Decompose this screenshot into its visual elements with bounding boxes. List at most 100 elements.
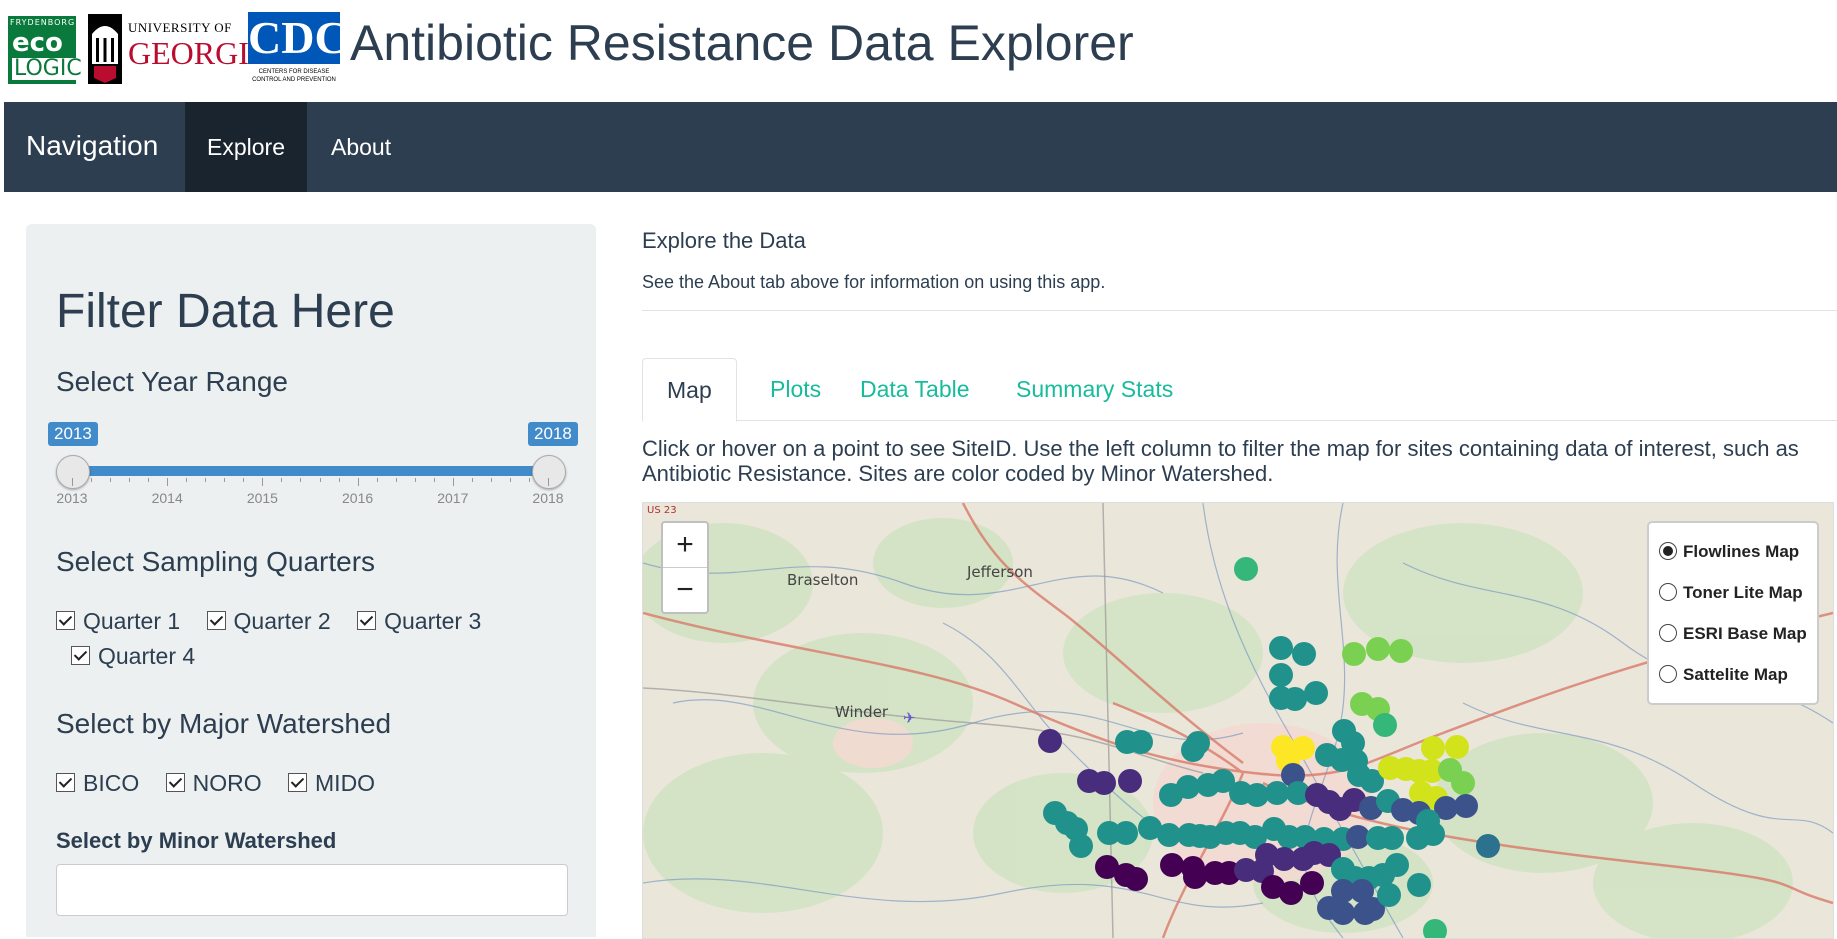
explore-subtext: See the About tab above for information … (642, 272, 1106, 292)
checkbox-icon[interactable] (56, 773, 75, 793)
zoom-in-button[interactable]: + (663, 523, 707, 568)
site-marker[interactable] (1454, 794, 1478, 818)
site-marker[interactable] (1366, 637, 1390, 661)
quarters-heading: Select Sampling Quarters (56, 546, 376, 577)
slider-tick-label: 2016 (342, 490, 374, 506)
slider-minor-tick (91, 478, 93, 482)
quarter-4-checkbox[interactable]: Quarter 4 (71, 643, 195, 669)
quarters-row-2: Quarter 4 (71, 643, 215, 670)
slider-minor-tick (395, 478, 397, 482)
layer-satellite[interactable]: Sattelite Map (1659, 654, 1807, 695)
cdc-logo-box: CDC (248, 12, 348, 64)
noro-checkbox[interactable]: NORO (165, 770, 262, 796)
checkbox-icon[interactable] (357, 611, 377, 631)
navbar: Navigation Explore About (4, 102, 1837, 192)
site-marker[interactable] (1183, 865, 1207, 889)
tab-data-table[interactable]: Data Table (836, 358, 994, 420)
tab-summary-stats[interactable]: Summary Stats (992, 358, 1197, 420)
site-marker[interactable] (1342, 642, 1366, 666)
site-marker[interactable] (1129, 730, 1153, 754)
site-map[interactable]: Braselton Jefferson Winder ✈ US 23 + − F… (642, 502, 1834, 939)
site-marker[interactable] (1445, 735, 1469, 759)
noro-label: NORO (192, 770, 262, 796)
quarter-1-label: Quarter 1 (83, 608, 181, 634)
site-marker[interactable] (1124, 867, 1148, 891)
site-marker[interactable] (1353, 901, 1377, 925)
year-range-slider[interactable] (72, 466, 552, 476)
slider-handle-from[interactable] (56, 455, 90, 489)
site-marker[interactable] (1385, 853, 1409, 877)
site-marker[interactable] (1377, 883, 1401, 907)
app-title: Antibiotic Resistance Data Explorer (350, 15, 1134, 71)
content-tabs: Map Plots Data Table Summary Stats (642, 358, 1837, 422)
slider-tick (452, 478, 454, 486)
slider-minor-tick (490, 478, 492, 482)
site-marker[interactable] (1265, 781, 1289, 805)
radio-icon[interactable] (1659, 541, 1677, 560)
layer-flowlines[interactable]: Flowlines Map (1659, 531, 1807, 572)
radio-icon[interactable] (1659, 664, 1677, 683)
tab-explore[interactable]: Explore (185, 102, 307, 192)
minor-watershed-select[interactable] (56, 864, 568, 916)
site-marker[interactable] (1160, 853, 1184, 877)
checkbox-icon[interactable] (165, 773, 185, 793)
quarter-1-checkbox[interactable]: Quarter 1 (56, 608, 180, 634)
navbar-brand[interactable]: Navigation (26, 130, 158, 162)
layer-toner-lite[interactable]: Toner Lite Map (1659, 572, 1807, 613)
site-marker[interactable] (1269, 663, 1293, 687)
radio-icon[interactable] (1659, 623, 1677, 642)
site-marker[interactable] (1269, 636, 1293, 660)
quarter-2-checkbox[interactable]: Quarter 2 (206, 608, 331, 634)
checkbox-icon[interactable] (288, 773, 308, 793)
slider-tick-label: 2018 (532, 490, 564, 506)
site-marker[interactable] (1407, 873, 1431, 897)
site-marker[interactable] (1186, 731, 1210, 755)
slider-tick (167, 478, 169, 486)
site-marker[interactable] (1304, 681, 1328, 705)
site-marker[interactable] (1292, 642, 1316, 666)
checkbox-icon[interactable] (71, 646, 90, 666)
minor-watershed-heading: Select by Minor Watershed (56, 828, 337, 853)
site-marker[interactable] (1114, 821, 1138, 845)
slider-minor-tick (243, 478, 245, 482)
tab-about[interactable]: About (309, 102, 413, 192)
slider-minor-tick (471, 478, 473, 482)
site-marker[interactable] (1038, 729, 1062, 753)
tab-map[interactable]: Map (642, 358, 737, 422)
site-marker[interactable] (1421, 822, 1445, 846)
checkbox-icon[interactable] (56, 611, 75, 631)
layer-flowlines-label: Flowlines Map (1683, 542, 1800, 561)
slider-handle-to[interactable] (532, 455, 566, 489)
mido-label: MIDO (315, 770, 376, 796)
site-marker[interactable] (1451, 771, 1475, 795)
site-marker[interactable] (1118, 769, 1142, 793)
site-marker[interactable] (1380, 826, 1404, 850)
layer-esri-base[interactable]: ESRI Base Map (1659, 613, 1807, 654)
site-marker[interactable] (1069, 834, 1093, 858)
site-marker[interactable] (1043, 801, 1067, 825)
quarter-3-checkbox[interactable]: Quarter 3 (357, 608, 481, 634)
site-marker[interactable] (1389, 639, 1413, 663)
site-marker[interactable] (1234, 557, 1258, 581)
slider-minor-tick (338, 478, 340, 482)
site-marker[interactable] (1476, 834, 1500, 858)
layer-toner-lite-label: Toner Lite Map (1683, 583, 1803, 602)
site-marker[interactable] (1279, 881, 1303, 905)
site-marker[interactable] (1283, 687, 1307, 711)
mido-checkbox[interactable]: MIDO (288, 770, 375, 796)
site-marker[interactable] (1092, 771, 1116, 795)
tab-plots[interactable]: Plots (746, 358, 845, 420)
zoom-out-button[interactable]: − (663, 568, 707, 612)
checkbox-icon[interactable] (206, 611, 226, 631)
bico-checkbox[interactable]: BICO (56, 770, 139, 796)
logo-eco-bot: LOGIC (12, 56, 84, 81)
slider-minor-tick (129, 478, 131, 482)
bico-label: BICO (83, 770, 140, 796)
site-marker[interactable] (1421, 736, 1445, 760)
filter-sidebar: Filter Data Here Select Year Range 2013 … (26, 224, 596, 937)
site-marker[interactable] (1373, 713, 1397, 737)
radio-icon[interactable] (1659, 582, 1677, 601)
site-marker[interactable] (1331, 901, 1355, 925)
slider-minor-tick (186, 478, 188, 482)
site-marker[interactable] (1300, 871, 1324, 895)
